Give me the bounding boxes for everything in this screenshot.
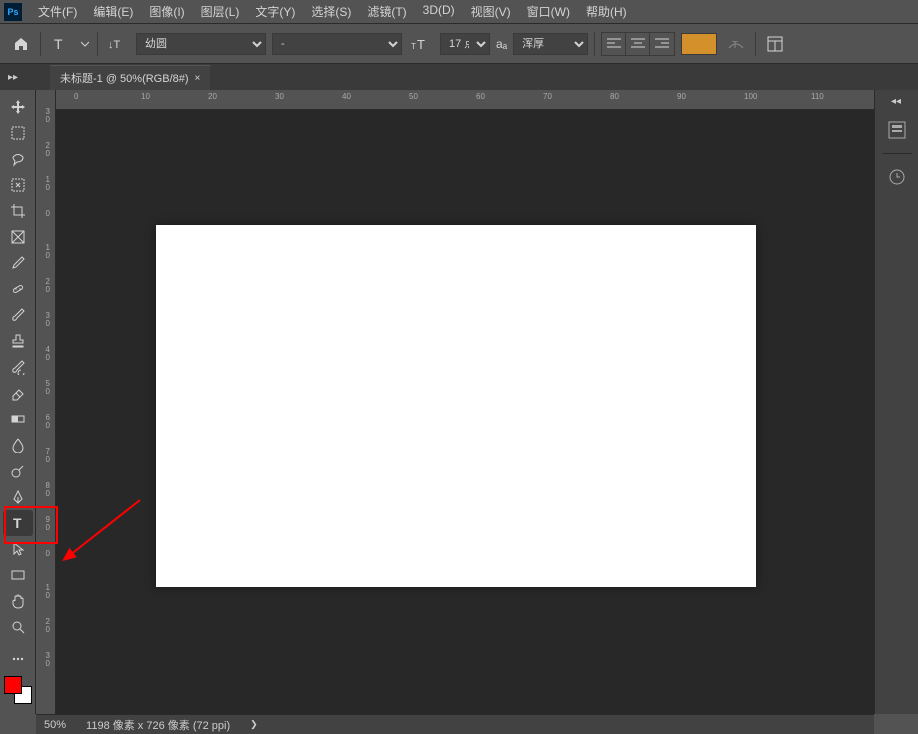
- lasso-tool[interactable]: [3, 146, 33, 172]
- menu-item[interactable]: 选择(S): [303, 1, 359, 22]
- svg-text:T: T: [54, 36, 63, 52]
- document-tab[interactable]: 未标题-1 @ 50%(RGB/8#) ×: [50, 65, 210, 90]
- options-bar: T ↓T 幼圆 - TT 17 点 aₐ 浑厚 T: [0, 24, 918, 64]
- history-brush-tool[interactable]: [3, 354, 33, 380]
- foreground-color-swatch[interactable]: [4, 676, 22, 694]
- status-bar: 50% 1198 像素 x 726 像素 (72 ppi) ❯: [36, 714, 874, 734]
- svg-text:T: T: [411, 42, 416, 51]
- menu-item[interactable]: 窗口(W): [519, 1, 578, 22]
- marquee-tool[interactable]: [3, 120, 33, 146]
- tool-preset-button[interactable]: T: [47, 31, 73, 57]
- app-logo-icon: Ps: [4, 3, 22, 21]
- menu-item[interactable]: 文件(F): [30, 1, 85, 22]
- collapse-panels-button[interactable]: ▸▸: [891, 96, 901, 107]
- menu-item[interactable]: 滤镜(T): [359, 1, 414, 22]
- move-tool[interactable]: [3, 94, 33, 120]
- align-right-button[interactable]: [650, 33, 674, 55]
- menu-item[interactable]: 帮助(H): [578, 1, 635, 22]
- eraser-tool[interactable]: [3, 380, 33, 406]
- menu-item[interactable]: 图像(I): [141, 1, 192, 22]
- stamp-tool[interactable]: [3, 328, 33, 354]
- history-panel-icon[interactable]: [882, 162, 912, 192]
- horizontal-ruler: 0102030405060708090100110: [56, 90, 874, 110]
- frame-tool[interactable]: [3, 224, 33, 250]
- document-info: 1198 像素 x 726 像素 (72 ppi): [86, 717, 230, 733]
- right-panel: ▸▸: [874, 90, 918, 714]
- svg-text:T: T: [13, 515, 22, 531]
- edit-toolbar-button[interactable]: [3, 646, 33, 672]
- dodge-tool[interactable]: [3, 458, 33, 484]
- warp-text-button[interactable]: T: [723, 31, 749, 57]
- menu-item[interactable]: 文字(Y): [247, 1, 303, 22]
- svg-text:T: T: [417, 37, 425, 51]
- canvas-viewport[interactable]: [56, 110, 874, 714]
- menu-item[interactable]: 3D(D): [415, 1, 463, 22]
- properties-panel-icon[interactable]: [882, 115, 912, 145]
- vertical-ruler: 30201001020304050607080900102030: [36, 90, 56, 714]
- editor-area: 30201001020304050607080900102030 0102030…: [36, 90, 874, 714]
- font-style-select[interactable]: -: [272, 33, 402, 55]
- home-button[interactable]: [8, 31, 34, 57]
- menu-item[interactable]: 编辑(E): [85, 1, 141, 22]
- font-family-select[interactable]: 幼圆: [136, 33, 266, 55]
- zoom-level[interactable]: 50%: [44, 719, 66, 731]
- document-tab-bar: ▸▸ 未标题-1 @ 50%(RGB/8#) ×: [0, 64, 918, 90]
- font-size-icon: TT: [408, 31, 434, 57]
- foreground-background-colors[interactable]: [4, 676, 32, 704]
- svg-text:↓T: ↓T: [108, 39, 121, 51]
- path-select-tool[interactable]: [3, 536, 33, 562]
- close-tab-button[interactable]: ×: [195, 73, 201, 84]
- svg-text:T: T: [732, 40, 738, 51]
- menu-bar: Ps 文件(F)编辑(E)图像(I)图层(L)文字(Y)选择(S)滤镜(T)3D…: [0, 0, 918, 24]
- crop-tool[interactable]: [3, 198, 33, 224]
- character-panel-button[interactable]: [762, 31, 788, 57]
- expand-tools-button[interactable]: ▸▸: [8, 72, 18, 83]
- align-left-button[interactable]: [602, 33, 626, 55]
- text-orientation-button[interactable]: ↓T: [104, 31, 130, 57]
- font-size-select[interactable]: 17 点: [440, 33, 490, 55]
- canvas[interactable]: [156, 225, 756, 587]
- zoom-tool[interactable]: [3, 614, 33, 640]
- blur-tool[interactable]: [3, 432, 33, 458]
- hand-tool[interactable]: [3, 588, 33, 614]
- healing-tool[interactable]: [3, 276, 33, 302]
- menu-item[interactable]: 图层(L): [193, 1, 248, 22]
- menu-item[interactable]: 视图(V): [463, 1, 519, 22]
- tools-panel: T: [0, 90, 36, 714]
- eyedropper-tool[interactable]: [3, 250, 33, 276]
- document-tab-title: 未标题-1 @ 50%(RGB/8#): [60, 70, 189, 86]
- text-align-group: [601, 32, 675, 56]
- pen-tool[interactable]: [3, 484, 33, 510]
- brush-tool[interactable]: [3, 302, 33, 328]
- quick-select-tool[interactable]: [3, 172, 33, 198]
- type-tool[interactable]: T: [3, 510, 33, 536]
- gradient-tool[interactable]: [3, 406, 33, 432]
- antialias-select[interactable]: 浑厚: [513, 33, 588, 55]
- status-caret-icon[interactable]: ❯: [250, 719, 258, 730]
- aa-label: aₐ: [496, 37, 507, 51]
- text-color-swatch[interactable]: [681, 33, 717, 55]
- shape-tool[interactable]: [3, 562, 33, 588]
- align-center-button[interactable]: [626, 33, 650, 55]
